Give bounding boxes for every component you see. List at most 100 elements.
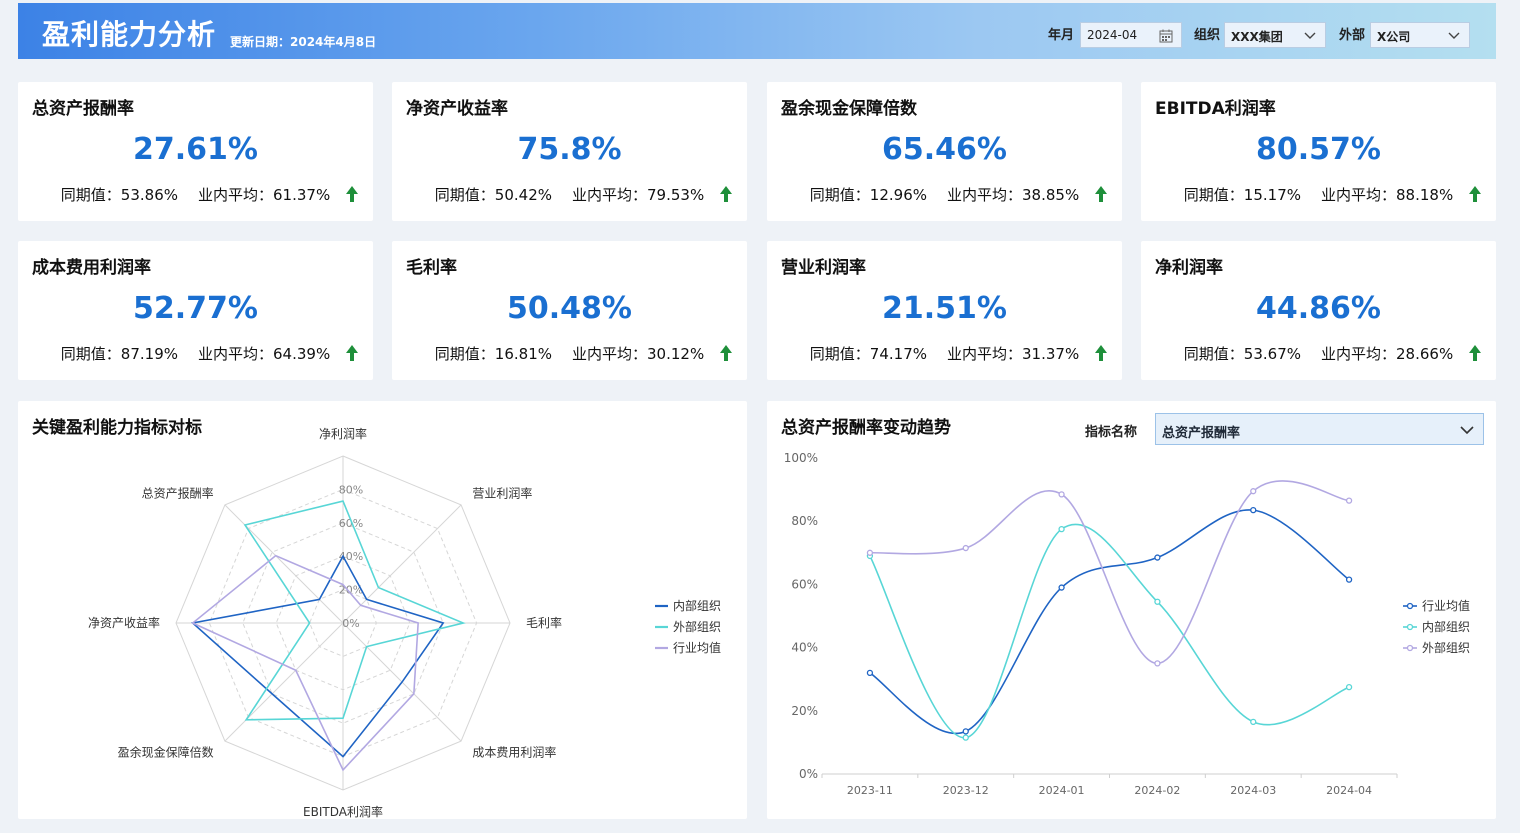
- month-picker-value: 2024-04: [1087, 28, 1138, 42]
- radar-axis-label: EBITDA利润率: [303, 804, 383, 819]
- trend-series-line: [869, 480, 1350, 665]
- trend-data-point: [1250, 718, 1257, 726]
- radar-series-polygon: [191, 554, 419, 772]
- y-tick-label: 20%: [791, 704, 818, 718]
- kpi-prev-value: 同期值：53.86%: [60, 186, 178, 204]
- external-select[interactable]: X公司: [1370, 22, 1470, 48]
- kpi-meta: 同期值：87.19% 业内平均：64.39%: [18, 343, 373, 364]
- trend-series-line: [869, 523, 1350, 739]
- kpi-name: EBITDA利润率: [1155, 99, 1276, 119]
- x-tick-label: 2023-11: [847, 784, 893, 797]
- kpi-name: 成本费用利润率: [32, 258, 151, 278]
- radar-axis-label: 成本费用利润率: [472, 744, 556, 759]
- indicator-select-value: 总资产报酬率: [1162, 426, 1241, 441]
- trend-data-point: [962, 734, 969, 741]
- kpi-prev-value: 同期值：87.19%: [60, 345, 178, 363]
- kpi-meta: 同期值：15.17% 业内平均：88.18%: [1141, 184, 1496, 205]
- trend-data-point: [1345, 497, 1353, 504]
- indicator-select[interactable]: 总资产报酬率: [1155, 413, 1484, 445]
- radar-series-polygon: [190, 554, 445, 758]
- trend-legend-marker: [1406, 623, 1414, 631]
- kpi-prev-value: 同期值：74.17%: [809, 345, 927, 363]
- arrow-up-icon: [720, 345, 732, 361]
- external-select-value: X公司: [1377, 30, 1411, 44]
- page-title: 盈利能力分析: [42, 18, 217, 51]
- trend-data-point: [866, 552, 874, 560]
- filter-label-month: 年月: [1048, 28, 1075, 43]
- kpi-meta: 同期值：50.42% 业内平均：79.53%: [392, 184, 747, 205]
- trend-data-point: [1058, 525, 1065, 533]
- arrow-up-icon: [346, 186, 358, 202]
- kpi-value: 27.61%: [133, 132, 258, 167]
- arrow-up-icon: [720, 186, 732, 202]
- kpi-value: 75.8%: [517, 132, 622, 167]
- arrow-up-icon: [1469, 345, 1481, 361]
- kpi-prev-value: 同期值：12.96%: [809, 186, 927, 204]
- trend-data-point: [962, 728, 969, 735]
- y-tick-label: 40%: [791, 641, 818, 655]
- trend-panel: 总资产报酬率变动趋势 指标名称 总资产报酬率 0% 20% 40% 60% 80% 100…: [767, 401, 1496, 819]
- kpi-industry-avg: 业内平均：88.18%: [1321, 186, 1454, 204]
- kpi-name: 总资产报酬率: [32, 99, 134, 119]
- header-banner: 盈利能力分析 更新日期：2024年4月8日 年月 2024-04 组织 XXX集…: [18, 3, 1496, 59]
- kpi-name: 盈余现金保障倍数: [781, 99, 917, 119]
- kpi-prev-value: 同期值：16.81%: [434, 345, 552, 363]
- kpi-value: 52.77%: [133, 291, 258, 326]
- radar-legend-label: 行业均值: [673, 640, 721, 655]
- kpi-meta: 同期值：12.96% 业内平均：38.85%: [767, 184, 1122, 205]
- trend-legend-marker: [1406, 644, 1414, 652]
- chevron-down-icon: [1460, 426, 1474, 435]
- kpi-industry-avg: 业内平均：38.85%: [947, 186, 1080, 204]
- radar-legend-label: 外部组织: [673, 619, 721, 634]
- trend-legend-label: 内部组织: [1422, 619, 1470, 634]
- kpi-name: 营业利润率: [781, 258, 866, 278]
- arrow-up-icon: [1095, 186, 1107, 202]
- kpi-prev-value: 同期值：50.42%: [434, 186, 552, 204]
- kpi-card: 盈余现金保障倍数 65.46% 同期值：12.96% 业内平均：38.85%: [767, 82, 1122, 221]
- kpi-industry-avg: 业内平均：61.37%: [198, 186, 331, 204]
- kpi-industry-avg: 业内平均：31.37%: [947, 345, 1080, 363]
- y-tick-label: 60%: [791, 577, 818, 591]
- trend-data-point: [1058, 584, 1065, 591]
- radar-axis-label: 盈余现金保障倍数: [118, 744, 214, 759]
- org-select[interactable]: XXX集团: [1224, 22, 1326, 48]
- trend-data-point: [1154, 660, 1161, 667]
- kpi-name: 净利润率: [1155, 258, 1223, 278]
- kpi-card: EBITDA利润率 80.57% 同期值：15.17% 业内平均：88.18%: [1141, 82, 1496, 221]
- trend-data-point: [1345, 576, 1353, 583]
- kpi-industry-avg: 业内平均：79.53%: [572, 186, 705, 204]
- x-tick-label: 2023-12: [943, 784, 989, 797]
- trend-data-point: [1250, 488, 1257, 495]
- radar-panel: 关键盈利能力指标对标 0% 20% 40% 60% 80% 净利润率 营业利润率 毛利率 成本费…: [18, 401, 747, 819]
- y-tick-label: 100%: [784, 451, 818, 465]
- kpi-card: 净利润率 44.86% 同期值：53.67% 业内平均：28.66%: [1141, 241, 1496, 380]
- x-tick-label: 2024-03: [1230, 784, 1276, 797]
- kpi-card: 营业利润率 21.51% 同期值：74.17% 业内平均：31.37%: [767, 241, 1122, 380]
- chevron-down-icon: [1304, 32, 1316, 39]
- chevron-down-icon: [1448, 32, 1460, 39]
- kpi-card: 净资产收益率 75.8% 同期值：50.42% 业内平均：79.53%: [392, 82, 747, 221]
- month-picker[interactable]: 2024-04: [1080, 22, 1182, 48]
- arrow-up-icon: [1469, 186, 1481, 202]
- kpi-industry-avg: 业内平均：28.66%: [1321, 345, 1454, 363]
- trend-line-chart: 0% 20% 40% 60% 80% 100% 2023-11 2023-12 2024-01 2…: [784, 451, 1470, 797]
- x-tick-label: 2024-04: [1326, 784, 1372, 797]
- filter-label-external: 外部: [1339, 28, 1366, 43]
- kpi-meta: 同期值：74.17% 业内平均：31.37%: [767, 343, 1122, 364]
- kpi-value: 50.48%: [507, 291, 632, 326]
- kpi-prev-value: 同期值：15.17%: [1183, 186, 1301, 204]
- org-select-value: XXX集团: [1231, 30, 1283, 44]
- kpi-prev-value: 同期值：53.67%: [1183, 345, 1301, 363]
- radar-legend-label: 内部组织: [673, 598, 721, 613]
- trend-data-point: [1345, 683, 1353, 691]
- y-tick-label: 80%: [791, 514, 818, 528]
- kpi-meta: 同期值：16.81% 业内平均：30.12%: [392, 343, 747, 364]
- kpi-value: 80.57%: [1256, 132, 1381, 167]
- kpi-card: 毛利率 50.48% 同期值：16.81% 业内平均：30.12%: [392, 241, 747, 380]
- radar-axis-label: 营业利润率: [472, 486, 532, 501]
- trend-data-point: [866, 669, 874, 677]
- radar-axis-label: 净资产收益率: [88, 615, 160, 630]
- y-tick-label: 0%: [799, 767, 818, 781]
- indicator-label: 指标名称: [1085, 425, 1138, 440]
- trend-legend-label: 行业均值: [1422, 598, 1470, 613]
